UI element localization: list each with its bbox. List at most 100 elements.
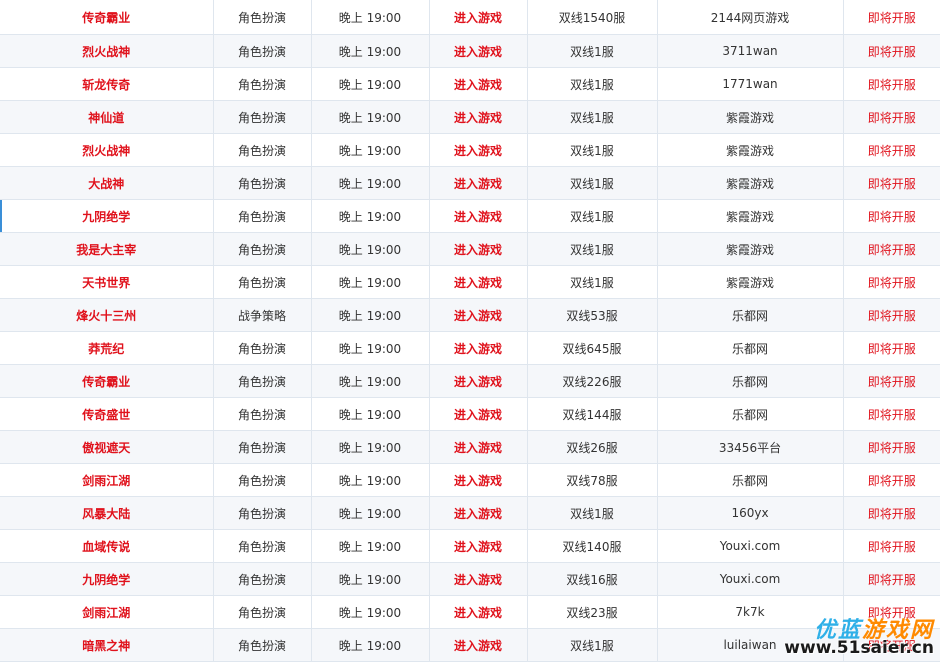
open-time: 晚上 19:00 (311, 331, 430, 365)
game-type: 战争策略 (213, 298, 312, 332)
open-status: 即将开服 (843, 331, 940, 365)
game-name-link[interactable]: 莽荒纪 (0, 331, 214, 365)
open-status: 即将开服 (843, 628, 940, 662)
game-type: 角色扮演 (213, 496, 312, 530)
enter-game-link[interactable]: 进入游戏 (429, 0, 528, 35)
game-type: 角色扮演 (213, 562, 312, 596)
server-row: 九阴绝学 角色扮演 晚上 19:00 进入游戏 双线1服 紫霞游戏 即将开服 (0, 199, 940, 233)
open-time: 晚上 19:00 (311, 496, 430, 530)
platform-name: 160yx (657, 496, 844, 530)
server-name: 双线1服 (527, 232, 658, 266)
server-name: 双线1540服 (527, 0, 658, 35)
open-time: 晚上 19:00 (311, 199, 430, 233)
platform-name: 乐都网 (657, 463, 844, 497)
enter-game-link[interactable]: 进入游戏 (429, 628, 528, 662)
open-status: 即将开服 (843, 199, 940, 233)
server-schedule-table: 传奇霸业 角色扮演 晚上 19:00 进入游戏 双线1540服 2144网页游戏 即将开服烈… (0, 0, 940, 662)
open-time: 晚上 19:00 (311, 232, 430, 266)
server-row: 剑雨江湖 角色扮演 晚上 19:00 进入游戏 双线23服 7k7k 即将开服 (0, 595, 940, 629)
game-type: 角色扮演 (213, 595, 312, 629)
enter-game-link[interactable]: 进入游戏 (429, 232, 528, 266)
platform-name: 3711wan (657, 34, 844, 68)
game-name-link[interactable]: 血域传说 (0, 529, 214, 563)
open-time: 晚上 19:00 (311, 529, 430, 563)
game-name-link[interactable]: 我是大主宰 (0, 232, 214, 266)
game-type: 角色扮演 (213, 67, 312, 101)
server-row: 传奇盛世 角色扮演 晚上 19:00 进入游戏 双线144服 乐都网 即将开服 (0, 397, 940, 431)
game-name-link[interactable]: 传奇盛世 (0, 397, 214, 431)
server-row: 剑雨江湖 角色扮演 晚上 19:00 进入游戏 双线78服 乐都网 即将开服 (0, 463, 940, 497)
platform-name: 2144网页游戏 (657, 0, 844, 35)
server-row: 风暴大陆 角色扮演 晚上 19:00 进入游戏 双线1服 160yx 即将开服 (0, 496, 940, 530)
enter-game-link[interactable]: 进入游戏 (429, 34, 528, 68)
game-type: 角色扮演 (213, 166, 312, 200)
enter-game-link[interactable]: 进入游戏 (429, 397, 528, 431)
server-row: 九阴绝学 角色扮演 晚上 19:00 进入游戏 双线16服 Youxi.com 即将开服 (0, 562, 940, 596)
open-time: 晚上 19:00 (311, 166, 430, 200)
open-status: 即将开服 (843, 0, 940, 35)
open-time: 晚上 19:00 (311, 562, 430, 596)
game-name-link[interactable]: 剑雨江湖 (0, 595, 214, 629)
enter-game-link[interactable]: 进入游戏 (429, 595, 528, 629)
game-name-link[interactable]: 九阴绝学 (0, 199, 214, 233)
open-status: 即将开服 (843, 133, 940, 167)
enter-game-link[interactable]: 进入游戏 (429, 265, 528, 299)
server-name: 双线226服 (527, 364, 658, 398)
enter-game-link[interactable]: 进入游戏 (429, 529, 528, 563)
game-type: 角色扮演 (213, 34, 312, 68)
game-name-link[interactable]: 神仙道 (0, 100, 214, 134)
enter-game-link[interactable]: 进入游戏 (429, 364, 528, 398)
open-status: 即将开服 (843, 34, 940, 68)
server-name: 双线1服 (527, 34, 658, 68)
server-name: 双线1服 (527, 265, 658, 299)
open-time: 晚上 19:00 (311, 34, 430, 68)
game-name-link[interactable]: 剑雨江湖 (0, 463, 214, 497)
enter-game-link[interactable]: 进入游戏 (429, 430, 528, 464)
game-name-link[interactable]: 烈火战神 (0, 133, 214, 167)
game-name-link[interactable]: 传奇霸业 (0, 0, 214, 35)
server-row: 烈火战神 角色扮演 晚上 19:00 进入游戏 双线1服 3711wan 即将开服 (0, 34, 940, 68)
open-time: 晚上 19:00 (311, 595, 430, 629)
platform-name: Youxi.com (657, 529, 844, 563)
game-name-link[interactable]: 九阴绝学 (0, 562, 214, 596)
open-time: 晚上 19:00 (311, 430, 430, 464)
enter-game-link[interactable]: 进入游戏 (429, 463, 528, 497)
game-type: 角色扮演 (213, 265, 312, 299)
platform-name: 紫霞游戏 (657, 265, 844, 299)
open-time: 晚上 19:00 (311, 397, 430, 431)
platform-name: 紫霞游戏 (657, 199, 844, 233)
server-row: 传奇霸业 角色扮演 晚上 19:00 进入游戏 双线226服 乐都网 即将开服 (0, 364, 940, 398)
platform-name: 乐都网 (657, 397, 844, 431)
open-time: 晚上 19:00 (311, 133, 430, 167)
enter-game-link[interactable]: 进入游戏 (429, 562, 528, 596)
game-name-link[interactable]: 傲视遮天 (0, 430, 214, 464)
game-name-link[interactable]: 大战神 (0, 166, 214, 200)
server-name: 双线53服 (527, 298, 658, 332)
game-name-link[interactable]: 烽火十三州 (0, 298, 214, 332)
platform-name: luilaiwan (657, 628, 844, 662)
server-name: 双线1服 (527, 199, 658, 233)
enter-game-link[interactable]: 进入游戏 (429, 496, 528, 530)
enter-game-link[interactable]: 进入游戏 (429, 199, 528, 233)
game-name-link[interactable]: 暗黑之神 (0, 628, 214, 662)
open-status: 即将开服 (843, 364, 940, 398)
game-name-link[interactable]: 斩龙传奇 (0, 67, 214, 101)
game-name-link[interactable]: 烈火战神 (0, 34, 214, 68)
enter-game-link[interactable]: 进入游戏 (429, 298, 528, 332)
game-name-link[interactable]: 传奇霸业 (0, 364, 214, 398)
open-status: 即将开服 (843, 562, 940, 596)
game-type: 角色扮演 (213, 331, 312, 365)
enter-game-link[interactable]: 进入游戏 (429, 331, 528, 365)
open-status: 即将开服 (843, 397, 940, 431)
open-status: 即将开服 (843, 463, 940, 497)
open-time: 晚上 19:00 (311, 100, 430, 134)
enter-game-link[interactable]: 进入游戏 (429, 133, 528, 167)
platform-name: 乐都网 (657, 364, 844, 398)
enter-game-link[interactable]: 进入游戏 (429, 100, 528, 134)
game-name-link[interactable]: 天书世界 (0, 265, 214, 299)
game-name-link[interactable]: 风暴大陆 (0, 496, 214, 530)
enter-game-link[interactable]: 进入游戏 (429, 67, 528, 101)
server-name: 双线1服 (527, 100, 658, 134)
game-type: 角色扮演 (213, 397, 312, 431)
enter-game-link[interactable]: 进入游戏 (429, 166, 528, 200)
